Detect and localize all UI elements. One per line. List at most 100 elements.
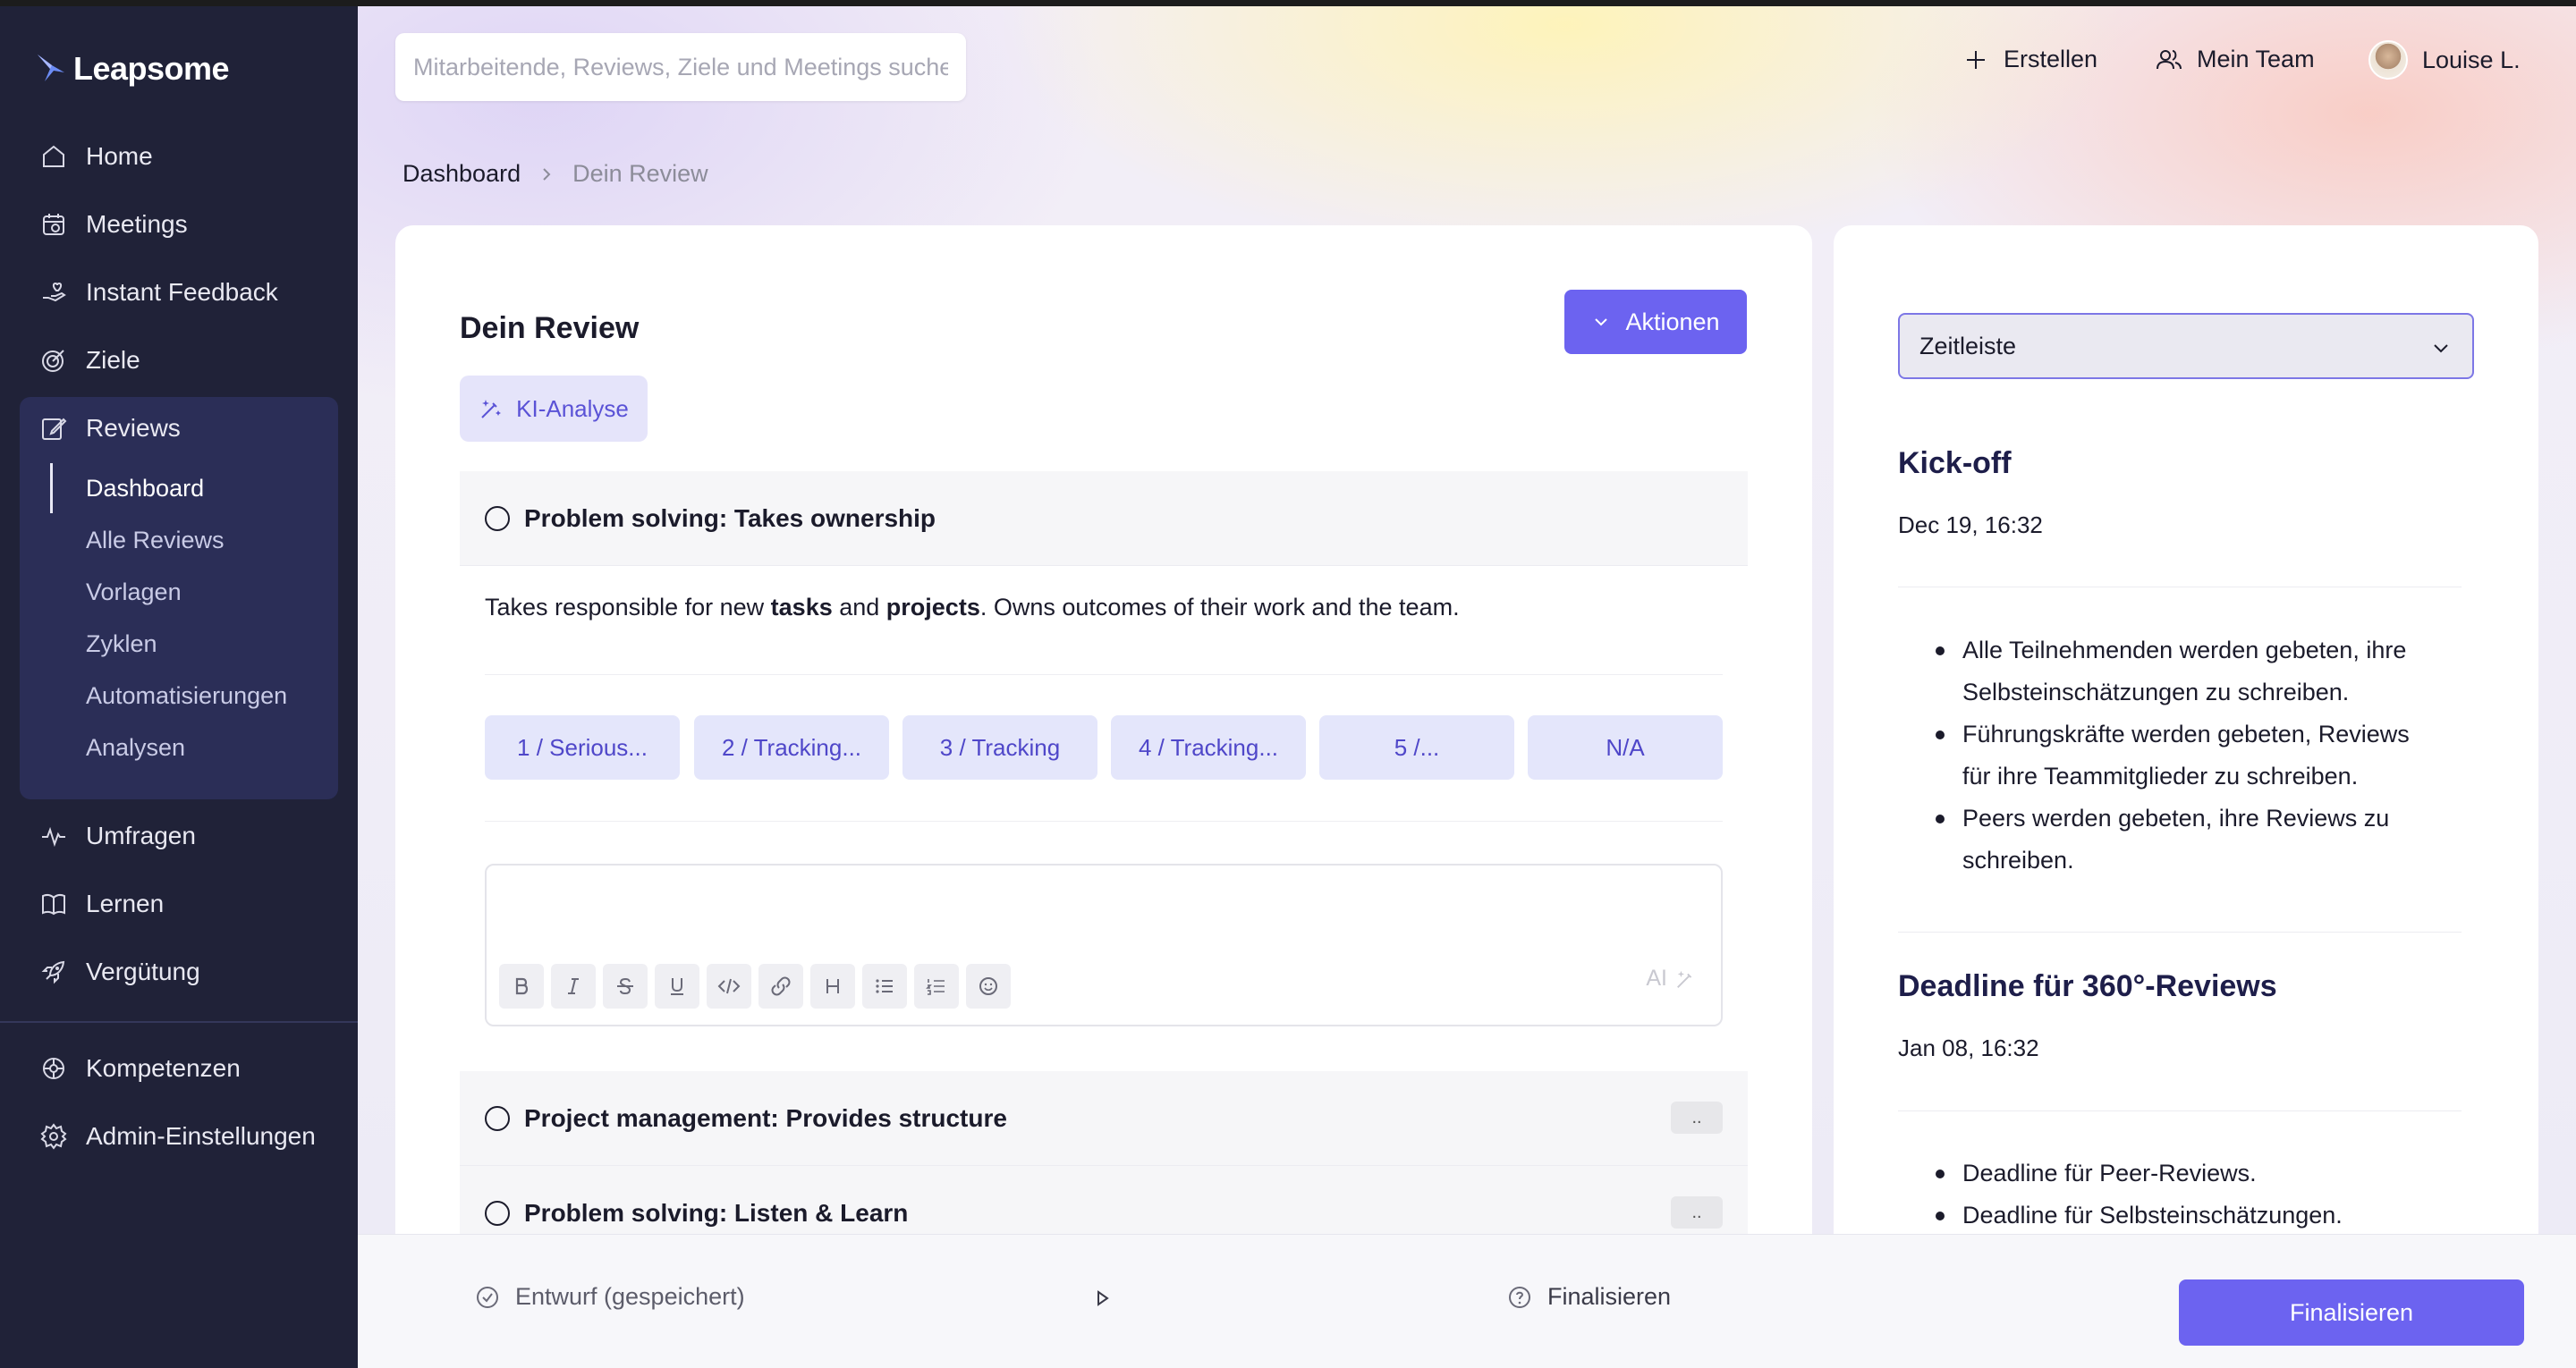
question-badge: .. [1671, 1102, 1723, 1134]
bullet-list-icon [876, 979, 893, 993]
bullet-list-button[interactable] [862, 964, 907, 1009]
play-arrow-icon[interactable] [1093, 1288, 1113, 1308]
sidebar-item-instant-feedback[interactable]: Instant Feedback [20, 266, 338, 319]
breadcrumb-current: Dein Review [572, 160, 708, 187]
italic-button[interactable] [551, 964, 596, 1009]
chevron-down-icon [1595, 318, 1608, 326]
sidebar-subitem-analysen[interactable]: Analysen [86, 734, 185, 762]
question-row[interactable]: Problem solving: Takes ownership [460, 471, 1748, 566]
rating-option-5[interactable]: 5 /... [1319, 715, 1514, 780]
breadcrumb: Dashboard Dein Review [402, 160, 708, 188]
bold-icon [515, 977, 529, 995]
timeline-event-date: Dec 19, 16:32 [1898, 511, 2043, 538]
breadcrumb-dashboard[interactable]: Dashboard [402, 160, 521, 188]
numbered-list-button[interactable] [914, 964, 959, 1009]
active-indicator [50, 463, 53, 513]
sidebar-item-label: Kompetenzen [86, 1054, 241, 1082]
rocket-icon [41, 960, 65, 984]
network-icon [43, 1058, 64, 1079]
question-status-radio[interactable] [485, 1105, 510, 1131]
finalize-step[interactable]: Finalisieren [1506, 1283, 1671, 1311]
draft-status: Entwurf (gespeichert) [474, 1283, 745, 1311]
sidebar-item-lernen[interactable]: Lernen [20, 877, 338, 931]
brand-name: Leapsome [73, 50, 230, 87]
my-team-button[interactable]: Mein Team [2156, 46, 2315, 73]
sidebar-item-label: Umfragen [86, 822, 196, 849]
code-button[interactable] [707, 964, 751, 1009]
timeline-event-title: Kick-off [1898, 446, 2012, 480]
my-team-label: Mein Team [2197, 46, 2315, 72]
bold-button[interactable] [499, 964, 544, 1009]
list-item: Führungskräfte werden gebeten, Reviews f… [1930, 714, 2431, 798]
draft-status-label: Entwurf (gespeichert) [515, 1283, 745, 1310]
heading-button[interactable] [810, 964, 855, 1009]
list-item: Peers werden gebeten, ihre Reviews zu sc… [1930, 798, 2431, 882]
sidebar-item-reviews[interactable]: Reviews [20, 401, 338, 455]
ai-analysis-button[interactable]: KI-Analyse [460, 376, 648, 442]
question-status-radio[interactable] [485, 1200, 510, 1226]
description-text: . Owns outcomes of their work and the te… [979, 594, 1460, 621]
check-circle-icon [477, 1286, 498, 1308]
review-card: Dein Review Aktionen KI-Analyse Problem … [395, 225, 1812, 1368]
question-row[interactable]: Project management: Provides structure .… [460, 1071, 1748, 1166]
timeline-card: Zeitleiste Kick-off Dec 19, 16:32 Alle T… [1834, 225, 2538, 1368]
sidebar-item-ziele[interactable]: Ziele [20, 334, 338, 387]
emoji-button[interactable] [966, 964, 1011, 1009]
sidebar-item-label: Meetings [86, 210, 188, 238]
main-content: Erstellen Mein Team Louise L. Dashboard … [358, 6, 2576, 1368]
code-icon [717, 978, 741, 994]
question-badge: .. [1671, 1196, 1723, 1229]
sidebar-item-kompetenzen[interactable]: Kompetenzen [20, 1042, 338, 1095]
timeline-select-label: Zeitleiste [1919, 332, 2017, 359]
description-bold: projects [886, 594, 980, 621]
sidebar-subitem-vorlagen[interactable]: Vorlagen [86, 578, 182, 606]
question-description: Takes responsible for new tasks and proj… [485, 594, 1460, 621]
finalize-button[interactable]: Finalisieren [2179, 1279, 2524, 1346]
logo[interactable]: Leapsome [36, 50, 230, 88]
chevron-right-icon [543, 167, 551, 181]
link-button[interactable] [758, 964, 803, 1009]
divider [485, 674, 1723, 675]
rating-option-4[interactable]: 4 / Tracking... [1111, 715, 1306, 780]
ai-analysis-label: KI-Analyse [516, 394, 629, 422]
sidebar-item-admin-einstellungen[interactable]: Admin-Einstellungen [20, 1110, 338, 1163]
edit-icon [42, 418, 67, 440]
sidebar-subitem-automatisierungen[interactable]: Automatisierungen [86, 682, 287, 710]
sidebar-subitem-alle-reviews[interactable]: Alle Reviews [86, 527, 225, 554]
book-icon [42, 893, 65, 916]
user-menu[interactable]: Louise L. [2368, 40, 2521, 80]
ai-assist-button[interactable]: AI [1646, 966, 1698, 992]
help-circle-icon [1509, 1286, 1530, 1308]
sidebar-subitem-dashboard[interactable]: Dashboard [86, 475, 204, 502]
leapsome-logo-icon [38, 55, 64, 81]
question-status-radio[interactable] [485, 505, 510, 531]
sidebar-item-meetings[interactable]: Meetings [20, 198, 338, 251]
review-footer: Entwurf (gespeichert) Finalisieren Final… [358, 1234, 2576, 1368]
sidebar: Leapsome Home Meetings Instant Feedback … [0, 0, 358, 1368]
question-title: Project management: Provides structure [524, 1103, 1007, 1132]
sidebar-subitem-zyklen[interactable]: Zyklen [86, 630, 157, 658]
comment-editor[interactable]: AI [485, 864, 1723, 1026]
rating-option-2[interactable]: 2 / Tracking... [694, 715, 889, 780]
italic-icon [568, 978, 579, 994]
window-top-edge [0, 0, 2576, 6]
underline-button[interactable] [655, 964, 699, 1009]
actions-label: Aktionen [1625, 308, 1720, 335]
search-input[interactable] [413, 53, 948, 81]
description-bold: tasks [770, 594, 833, 621]
actions-button[interactable]: Aktionen [1564, 290, 1747, 354]
user-name: Louise L. [2422, 46, 2521, 73]
sidebar-divider [0, 1021, 358, 1023]
sidebar-item-umfragen[interactable]: Umfragen [20, 809, 338, 863]
list-item: Alle Teilnehmenden werden gebeten, ihre … [1930, 629, 2431, 714]
rating-option-3[interactable]: 3 / Tracking [902, 715, 1097, 780]
sidebar-item-verguetung[interactable]: Vergütung [20, 945, 338, 999]
link-icon [771, 976, 791, 996]
divider [1898, 1110, 2462, 1111]
create-button[interactable]: Erstellen [1962, 46, 2097, 73]
rating-option-na[interactable]: N/A [1528, 715, 1723, 780]
timeline-select[interactable]: Zeitleiste [1898, 313, 2474, 379]
sidebar-item-home[interactable]: Home [20, 130, 338, 183]
strikethrough-button[interactable] [603, 964, 648, 1009]
rating-option-1[interactable]: 1 / Serious... [485, 715, 680, 780]
